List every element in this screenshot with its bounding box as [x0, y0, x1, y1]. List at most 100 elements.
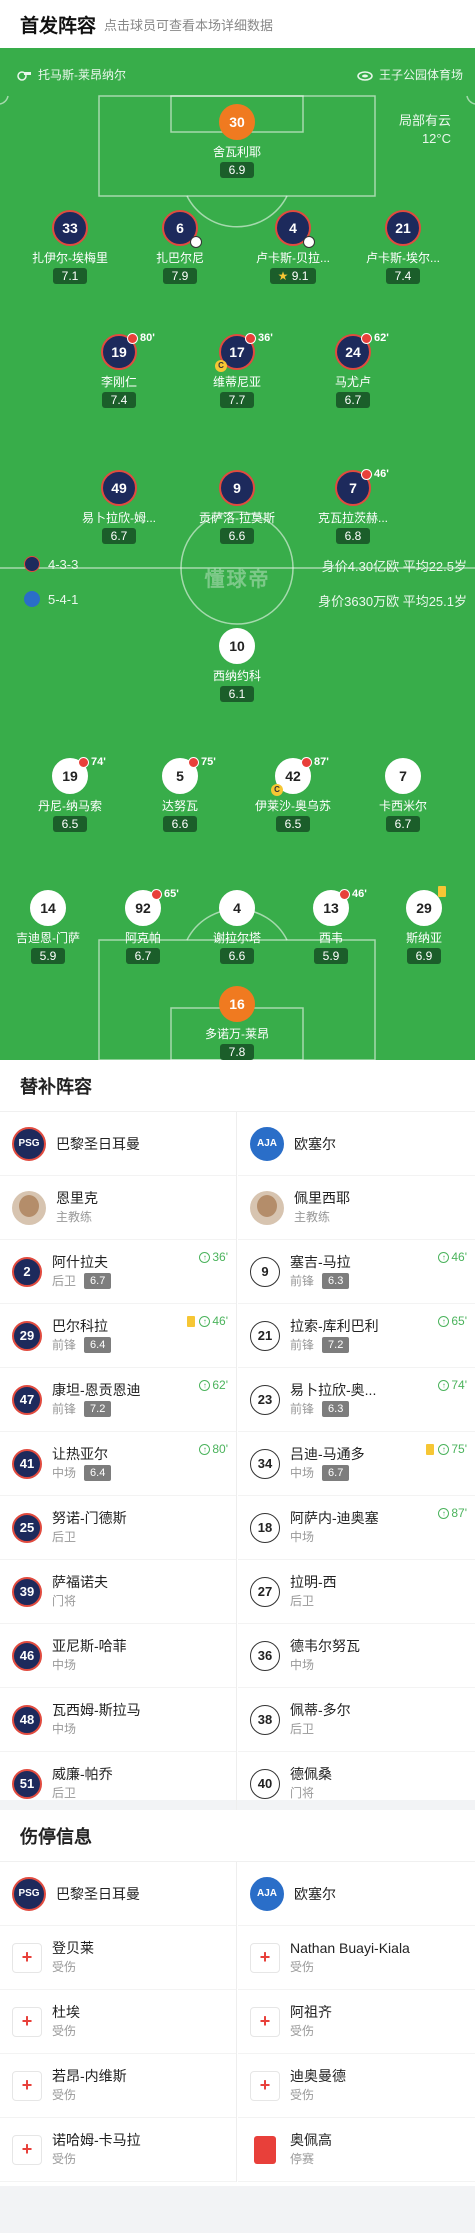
home-player[interactable]: 49 易卜拉欣-姆... 6.7	[69, 470, 169, 545]
sub-player-row[interactable]: 41 让热亚尔 中场 6.4 ↑ 80'	[0, 1432, 236, 1496]
sub-name: 萨福诺夫	[52, 1573, 108, 1590]
sub-out-icon	[151, 888, 162, 900]
sub-in-minute: 62'	[212, 1378, 228, 1392]
player-number-text: 24	[345, 344, 361, 360]
sub-minute: 74'	[91, 756, 106, 768]
player-rating: ★ 9.1	[269, 268, 317, 284]
sub-player-row[interactable]: 51 威廉-帕乔 后卫	[0, 1752, 236, 1816]
sub-minute: 80'	[140, 332, 155, 344]
sub-position: 后卫	[290, 1593, 315, 1608]
home-player[interactable]: 9 贡萨洛-拉莫斯 6.6	[187, 470, 287, 545]
home-player[interactable]: 6 扎巴尔尼 7.9	[130, 210, 230, 285]
sub-player-row[interactable]: 47 康坦-恩贡恩迪 前锋 7.2 ↑ 62'	[0, 1368, 236, 1432]
sub-player-row[interactable]: 2 阿什拉夫 后卫 6.7 ↑ 36'	[0, 1240, 236, 1304]
away-player[interactable]: 5 75' 达努瓦 6.6	[130, 756, 230, 833]
sub-player-row[interactable]: 9 塞吉-马拉 前锋 6.3 ↑ 46'	[238, 1240, 475, 1304]
home-player[interactable]: 4 卢卡斯-贝拉... ★ 9.1	[243, 210, 343, 285]
home-player[interactable]: 7 46' 克瓦拉茨赫... 6.8	[303, 468, 403, 545]
home-team-row[interactable]: PSG 巴黎圣日耳曼	[0, 1862, 236, 1926]
away-player[interactable]: 16 多诺万-莱昂 7.8	[187, 986, 287, 1060]
sub-in-icon: ↑	[438, 1507, 450, 1519]
away-player[interactable]: 42 C 87' 伊莱沙-奥乌苏 6.5	[243, 756, 343, 833]
player-name: 吉迪恩-门萨	[16, 931, 80, 945]
home-crest-mini	[24, 556, 40, 572]
away-crest-mini	[24, 591, 40, 607]
away-player[interactable]: 4 谢拉尔塔 6.6	[187, 890, 287, 965]
sub-out-badge: 65'	[151, 888, 179, 900]
away-player[interactable]: 14 吉迪恩-门萨 5.9	[0, 890, 98, 965]
sub-player-row[interactable]: 21 拉索-库利巴利 前锋 7.2 ↑ 65'	[238, 1304, 475, 1368]
away-player[interactable]: 29 斯纳亚 6.9	[374, 886, 474, 965]
sub-in-badge: ↑ 74'	[438, 1378, 467, 1392]
away-coach-row[interactable]: 佩里西耶 主教练	[238, 1176, 475, 1240]
home-player[interactable]: 21 卢卡斯-埃尔... 7.4	[353, 210, 453, 285]
sub-player-row[interactable]: 27 拉明-西 后卫	[238, 1560, 475, 1624]
player-number-text: 19	[111, 344, 127, 360]
coach-name: 佩里西耶	[294, 1189, 350, 1206]
player-rating: 7.9	[163, 268, 197, 284]
sub-player-row[interactable]: 38 佩蒂-多尔 后卫	[238, 1688, 475, 1752]
home-player[interactable]: 33 扎伊尔-埃梅里 7.1	[20, 210, 120, 285]
player-number-text: 6	[176, 220, 184, 236]
sub-player-row[interactable]: 23 易卜拉欣-奥... 前锋 6.3 ↑ 74'	[238, 1368, 475, 1432]
injury-row[interactable]: + 杜埃 受伤	[0, 1990, 236, 2054]
sub-player-row[interactable]: 34 吕迪-马通多 中场 6.7 ↑ 75'	[238, 1432, 475, 1496]
player-number: 4	[219, 890, 255, 926]
home-player[interactable]: 30 舍瓦利耶 6.9	[187, 104, 287, 179]
player-rating: 7.4	[386, 268, 420, 284]
injury-row[interactable]: + Nathan Buayi-Kiala 受伤	[238, 1926, 475, 1990]
sub-rating: 7.2	[322, 1337, 350, 1353]
player-name: 谢拉尔塔	[212, 931, 261, 945]
sub-player-row[interactable]: 46 亚尼斯-哈菲 中场	[0, 1624, 236, 1688]
injury-row[interactable]: + 诺哈姆-卡马拉 受伤	[0, 2118, 236, 2182]
suspension-row[interactable]: 奥佩高 停赛	[238, 2118, 475, 2182]
player-rating: 6.5	[276, 816, 310, 832]
away-player[interactable]: 7 卡西米尔 6.7	[353, 758, 453, 833]
coach-name: 恩里克	[56, 1189, 98, 1206]
sub-in-icon: ↑	[199, 1443, 211, 1455]
home-player[interactable]: 19 80' 李刚仁 7.4	[69, 332, 169, 409]
away-player[interactable]: 13 46' 西韦 5.9	[281, 888, 381, 965]
sub-in-minute: 46'	[451, 1250, 467, 1264]
home-player[interactable]: 17 C 36' 维蒂尼亚 7.7	[187, 332, 287, 409]
yellow-card-icon	[426, 1443, 435, 1455]
home-team-row[interactable]: PSG 巴黎圣日耳曼	[0, 1112, 236, 1176]
home-player[interactable]: 24 62' 马尤卢 6.7	[303, 332, 403, 409]
sub-in-minute: 74'	[451, 1378, 467, 1392]
sub-player-row[interactable]: 29 巴尔科拉 前锋 6.4 ↑ 46'	[0, 1304, 236, 1368]
sub-number: 46	[12, 1640, 42, 1671]
away-team-stats: 身价3630万欧 平均25.1岁	[318, 594, 467, 609]
injury-row[interactable]: + 阿祖齐 受伤	[238, 1990, 475, 2054]
sub-player-row[interactable]: 25 努诺-门德斯 后卫	[0, 1496, 236, 1560]
sub-player-row[interactable]: 36 德韦尔努瓦 中场	[238, 1624, 475, 1688]
away-team-row[interactable]: AJA 欧塞尔	[238, 1112, 475, 1176]
player-name: 多诺万-莱昂	[205, 1027, 269, 1041]
injury-row[interactable]: + 迪奥曼德 受伤	[238, 2054, 475, 2118]
player-number: 7 46'	[335, 468, 389, 506]
injury-status: 受伤	[52, 2087, 77, 2102]
sub-name: 让热亚尔	[52, 1445, 108, 1462]
home-coach-row[interactable]: 恩里克 主教练	[0, 1176, 236, 1240]
player-name: 扎伊尔-埃梅里	[32, 251, 108, 265]
sub-name: 阿什拉夫	[52, 1253, 108, 1270]
injury-row[interactable]: + 登贝莱 受伤	[0, 1926, 236, 1990]
sub-player-row[interactable]: 48 瓦西姆-斯拉马 中场	[0, 1688, 236, 1752]
player-rating: 6.7	[102, 528, 136, 544]
injury-row[interactable]: + 若昂-内维斯 受伤	[0, 2054, 236, 2118]
player-rating: 7.4	[102, 392, 136, 408]
sub-in-minute: 75'	[451, 1442, 467, 1456]
sub-player-row[interactable]: 18 阿萨内-迪奥塞 中场 ↑ 87'	[238, 1496, 475, 1560]
sub-out-icon	[361, 468, 372, 480]
away-team-row[interactable]: AJA 欧塞尔	[238, 1862, 475, 1926]
player-name: 马尤卢	[334, 375, 371, 389]
sub-out-icon	[339, 888, 350, 900]
coach-role: 主教练	[56, 1209, 93, 1224]
sub-name: 塞吉-马拉	[290, 1253, 351, 1270]
away-player[interactable]: 10 西纳约科 6.1	[187, 628, 287, 703]
away-player[interactable]: 19 74' 丹尼-纳马索 6.5	[20, 756, 120, 833]
sub-player-row[interactable]: 40 德佩桑 门将	[238, 1752, 475, 1816]
sub-player-row[interactable]: 39 萨福诺夫 门将	[0, 1560, 236, 1624]
lineup-page: 首发阵容 点击球员可查看本场详细数据 托马斯-莱昂纳尔 王子公园体育场 局部有云…	[0, 0, 475, 2233]
captain-icon: C	[215, 360, 227, 372]
away-player[interactable]: 92 65' 阿克帕 6.7	[93, 888, 193, 965]
